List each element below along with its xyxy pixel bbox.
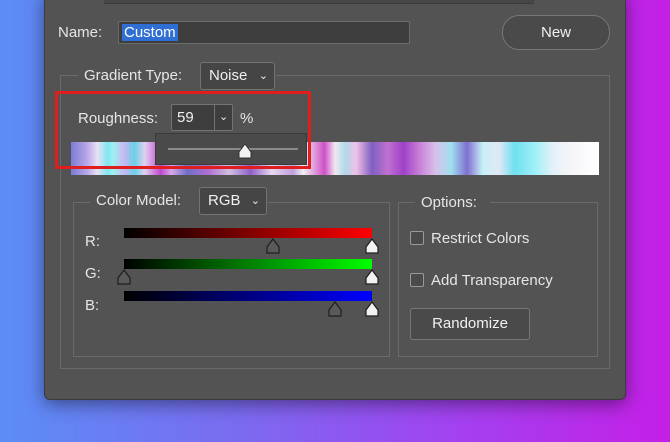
triangle-thumb-icon[interactable] <box>364 238 380 259</box>
color-model-dropdown[interactable]: RGB ⌄ <box>199 187 267 215</box>
highlight-box <box>55 91 311 169</box>
triangle-thumb-icon[interactable] <box>327 301 343 322</box>
chevron-down-icon: ⌄ <box>258 70 268 82</box>
add-transparency-checkbox[interactable] <box>410 273 424 287</box>
channel-g-bar[interactable] <box>124 259 372 269</box>
triangle-thumb-icon[interactable] <box>116 269 132 290</box>
triangle-thumb-icon[interactable] <box>364 301 380 322</box>
channel-b-bar[interactable] <box>124 291 372 301</box>
gradient-type-label: Gradient Type: <box>84 67 183 84</box>
restrict-colors-label[interactable]: Restrict Colors <box>431 230 529 247</box>
color-model-label: Color Model: <box>96 192 182 209</box>
name-label: Name: <box>58 24 103 41</box>
color-model-value: RGB <box>208 192 241 209</box>
triangle-thumb-icon[interactable] <box>364 269 380 290</box>
name-input[interactable]: Custom <box>118 21 410 44</box>
options-label: Options: <box>421 194 477 211</box>
chevron-down-icon: ⌄ <box>250 195 260 207</box>
dialog-top-edge <box>104 0 534 4</box>
new-button[interactable]: New <box>502 15 610 50</box>
randomize-button[interactable]: Randomize <box>410 308 530 340</box>
restrict-colors-checkbox[interactable] <box>410 231 424 245</box>
triangle-thumb-icon[interactable] <box>265 238 281 259</box>
gradient-type-value: Noise <box>209 67 248 84</box>
name-value: Custom <box>122 24 178 41</box>
channel-g-label: G: <box>85 265 101 282</box>
channel-b-label: B: <box>85 297 100 314</box>
add-transparency-label[interactable]: Add Transparency <box>431 272 553 289</box>
channel-r-bar[interactable] <box>124 228 372 238</box>
gradient-type-dropdown[interactable]: Noise ⌄ <box>200 62 275 90</box>
channel-r-label: R: <box>85 233 100 250</box>
